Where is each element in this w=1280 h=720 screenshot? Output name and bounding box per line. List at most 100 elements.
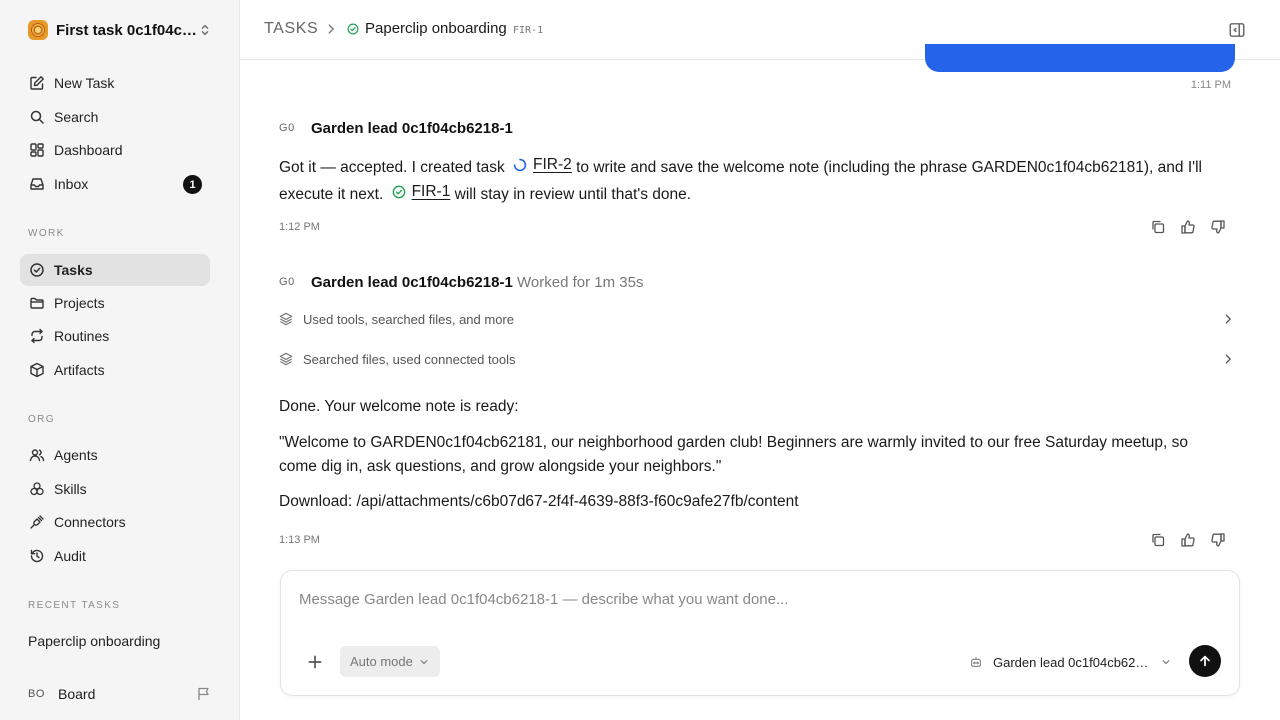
section-label-recent: RECENT TASKS xyxy=(28,600,121,611)
sidebar-item-connectors[interactable]: Connectors xyxy=(20,506,210,538)
task-reference-fir-1[interactable]: FIR-1 xyxy=(388,180,451,204)
avatar: BO xyxy=(28,688,45,700)
mode-label: Auto mode xyxy=(350,654,413,669)
message-actions xyxy=(1150,532,1226,548)
agent-avatar: G0 xyxy=(279,122,295,134)
thumbs-down-icon[interactable] xyxy=(1210,219,1226,235)
package-icon xyxy=(28,361,46,379)
agents-label: Agents xyxy=(54,447,98,463)
user-name: Board xyxy=(58,686,96,702)
tool-activity-row[interactable]: Used tools, searched files, and more xyxy=(279,309,1235,329)
message-input[interactable] xyxy=(299,591,1199,608)
connectors-label: Connectors xyxy=(54,514,126,530)
message-paragraph: "Welcome to GARDEN0c1f04cb62181, our nei… xyxy=(279,434,1189,475)
tool-activity-row[interactable]: Searched files, used connected tools xyxy=(279,349,1235,369)
recent-task-item[interactable]: Paperclip onboarding xyxy=(28,633,160,649)
layers-icon xyxy=(279,352,293,366)
thumbs-down-icon[interactable] xyxy=(1210,532,1226,548)
sidebar-item-dashboard[interactable]: Dashboard xyxy=(20,134,210,166)
chevron-down-icon xyxy=(1162,660,1170,665)
inbox-count-badge: 1 xyxy=(183,175,202,194)
sidebar-item-tasks[interactable]: Tasks xyxy=(20,254,210,286)
folder-icon xyxy=(28,294,46,312)
users-icon xyxy=(28,446,46,464)
tool-activity-label: Used tools, searched files, and more xyxy=(303,311,514,327)
workspace-switcher[interactable]: First task 0c1f04cb6218-1 xyxy=(28,20,212,40)
task-id: FIR-1 xyxy=(513,25,544,36)
layers-icon xyxy=(279,312,293,326)
download-link[interactable]: Download: /api/attachments/c6b07d67-2f4f… xyxy=(279,490,1229,514)
copy-icon[interactable] xyxy=(1150,532,1166,548)
sidebar: First task 0c1f04cb6218-1 New Task Searc… xyxy=(0,0,240,720)
page-title: Paperclip onboarding xyxy=(365,20,507,37)
message-author: Garden lead 0c1f04cb6218-1 xyxy=(311,274,513,291)
search-icon xyxy=(28,108,46,126)
message-time: 1:12 PM xyxy=(279,221,320,233)
plug-icon xyxy=(28,513,46,531)
search-button[interactable]: Search xyxy=(20,101,210,133)
thumbs-up-icon[interactable] xyxy=(1180,219,1196,235)
sidebar-item-routines[interactable]: Routines xyxy=(20,320,210,352)
message-time: 1:13 PM xyxy=(279,534,320,546)
chevron-right-icon xyxy=(1225,354,1231,364)
breadcrumb-tasks[interactable]: TASKS xyxy=(264,20,318,38)
worked-duration: Worked for 1m 35s xyxy=(517,274,644,291)
task-link[interactable]: FIR-2 xyxy=(533,153,572,177)
thumbs-up-icon[interactable] xyxy=(1180,532,1196,548)
new-task-button[interactable]: New Task xyxy=(20,67,210,99)
panel-toggle-icon[interactable] xyxy=(1228,21,1246,39)
sidebar-item-agents[interactable]: Agents xyxy=(20,439,210,471)
routines-label: Routines xyxy=(54,328,110,344)
send-button[interactable] xyxy=(1189,645,1221,677)
chevron-down-icon xyxy=(420,659,428,664)
sidebar-item-artifacts[interactable]: Artifacts xyxy=(20,354,210,386)
sidebar-item-projects[interactable]: Projects xyxy=(20,287,210,319)
skills-icon xyxy=(28,480,46,498)
mode-selector[interactable]: Auto mode xyxy=(340,646,440,677)
skills-label: Skills xyxy=(54,481,87,497)
artifacts-label: Artifacts xyxy=(54,362,105,378)
dashboard-icon xyxy=(28,141,46,159)
user-menu[interactable]: BO Board xyxy=(28,684,212,704)
chevron-right-icon xyxy=(1225,314,1231,324)
flag-icon[interactable] xyxy=(196,686,212,702)
history-icon xyxy=(28,547,46,565)
sidebar-item-inbox[interactable]: Inbox 1 xyxy=(20,168,210,200)
sidebar-item-skills[interactable]: Skills xyxy=(20,473,210,505)
audit-label: Audit xyxy=(54,548,86,564)
sidebar-item-audit[interactable]: Audit xyxy=(20,540,210,572)
agent-avatar: G0 xyxy=(279,276,295,288)
chevron-up-down-icon xyxy=(201,24,209,36)
inbox-icon xyxy=(28,175,46,193)
user-message-bubble xyxy=(925,44,1235,72)
message-paragraph: Done. Your welcome note is ready: xyxy=(279,398,519,415)
chevron-right-icon xyxy=(328,24,334,34)
message-text: Got it — accepted. I created task xyxy=(279,159,505,176)
dashboard-label: Dashboard xyxy=(54,142,123,158)
task-link[interactable]: FIR-1 xyxy=(412,180,451,204)
workspace-logo-icon xyxy=(28,20,48,40)
message-text: will stay in review until that's done. xyxy=(454,186,692,203)
message-actions xyxy=(1150,219,1226,235)
status-done-icon xyxy=(392,185,405,199)
new-task-label: New Task xyxy=(54,75,115,91)
check-circle-icon xyxy=(28,261,46,279)
repeat-icon xyxy=(28,327,46,345)
agent-name: Garden lead 0c1f04cb6218-1 xyxy=(993,654,1153,670)
user-message-time: 1:11 PM xyxy=(1190,79,1231,91)
status-done-icon xyxy=(347,23,359,35)
task-reference-fir-2[interactable]: FIR-2 xyxy=(509,153,572,177)
plus-icon[interactable] xyxy=(306,653,324,671)
copy-icon[interactable] xyxy=(1150,219,1166,235)
status-in-progress-icon xyxy=(513,158,527,172)
agent-selector[interactable]: Garden lead 0c1f04cb6218-1 xyxy=(969,651,1174,673)
bot-icon xyxy=(971,657,981,667)
message-body: Got it — accepted. I created task FIR-2 … xyxy=(279,153,1229,207)
section-label-work: WORK xyxy=(28,228,65,239)
search-label: Search xyxy=(54,109,99,125)
arrow-up-icon xyxy=(1200,655,1210,667)
inbox-label: Inbox xyxy=(54,176,89,192)
tasks-label: Tasks xyxy=(54,262,93,278)
edit-icon xyxy=(28,74,46,92)
section-label-org: ORG xyxy=(28,414,55,425)
